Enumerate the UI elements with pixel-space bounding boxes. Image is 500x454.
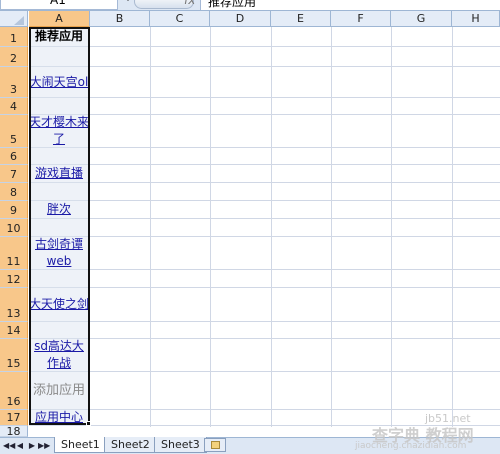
fx-icon[interactable]: fx — [184, 0, 195, 7]
grid-line — [89, 114, 500, 115]
row-header-16[interactable]: 16 — [0, 372, 28, 410]
row-header-7[interactable]: 7 — [0, 165, 28, 183]
column-header-f[interactable]: F — [331, 11, 391, 27]
grid-line — [331, 27, 332, 427]
row-header-2[interactable]: 2 — [0, 47, 28, 67]
grid-line — [271, 27, 272, 427]
grid-line — [89, 66, 500, 67]
grid-line — [89, 164, 500, 165]
grid-line — [89, 46, 500, 47]
row-header-6[interactable]: 6 — [0, 148, 28, 165]
row-header-11[interactable]: 11 — [0, 237, 28, 270]
row-header-8[interactable]: 8 — [0, 183, 28, 201]
select-all-icon — [14, 16, 24, 25]
column-header-d[interactable]: D — [210, 11, 271, 27]
grid-line — [89, 147, 500, 148]
row-header-3[interactable]: 3 — [0, 67, 28, 98]
grid-line — [210, 27, 211, 427]
first-sheet-icon[interactable]: ◀◀ — [3, 440, 15, 451]
formula-value: 推荐应用 — [208, 0, 257, 9]
grid-line — [89, 236, 500, 237]
row-header-9[interactable]: 9 — [0, 201, 28, 219]
grid-line — [89, 269, 500, 270]
next-sheet-icon[interactable]: ▶ — [27, 440, 37, 451]
column-header-c[interactable]: C — [150, 11, 210, 27]
grid-line — [89, 97, 500, 98]
grid-line — [89, 321, 500, 322]
column-header-g[interactable]: G — [391, 11, 452, 27]
grid-line — [89, 371, 500, 372]
grid-line — [89, 218, 500, 219]
grid-line — [150, 27, 151, 427]
grid-line — [391, 27, 392, 427]
column-header-h[interactable]: H — [452, 11, 500, 27]
selection-border — [29, 27, 90, 425]
grid-line — [89, 338, 500, 339]
name-box-dropdown-icon[interactable] — [124, 0, 132, 1]
grid-line — [89, 287, 500, 288]
column-header-e[interactable]: E — [271, 11, 331, 27]
row-header-1[interactable]: 1 — [0, 27, 28, 47]
name-box-value: A1 — [50, 0, 66, 7]
tab-sheet3[interactable]: Sheet3 — [154, 437, 207, 453]
fill-handle[interactable] — [86, 421, 91, 426]
last-sheet-icon[interactable]: ▶▶ — [38, 440, 50, 451]
grid-line — [89, 409, 500, 410]
insert-sheet-icon — [211, 441, 220, 449]
row-header-14[interactable]: 14 — [0, 322, 28, 339]
tab-sheet2[interactable]: Sheet2 — [104, 437, 157, 453]
watermark-url: jiaocheng.chazidian.com — [355, 441, 467, 451]
grid-line — [89, 182, 500, 183]
column-header-b[interactable]: B — [90, 11, 150, 27]
row-header-18[interactable]: 18 — [0, 425, 28, 438]
column-header-a[interactable]: A — [29, 11, 90, 27]
row-header-15[interactable]: 15 — [0, 339, 28, 372]
row-header-5[interactable]: 5 — [0, 115, 28, 148]
row-header-13[interactable]: 13 — [0, 288, 28, 322]
row-header-10[interactable]: 10 — [0, 219, 28, 237]
row-header-12[interactable]: 12 — [0, 270, 28, 288]
prev-sheet-icon[interactable]: ◀ — [15, 440, 25, 451]
tab-sheet1[interactable]: Sheet1 — [54, 437, 107, 453]
grid-line — [452, 27, 453, 427]
grid-line — [89, 200, 500, 201]
row-header-4[interactable]: 4 — [0, 98, 28, 115]
